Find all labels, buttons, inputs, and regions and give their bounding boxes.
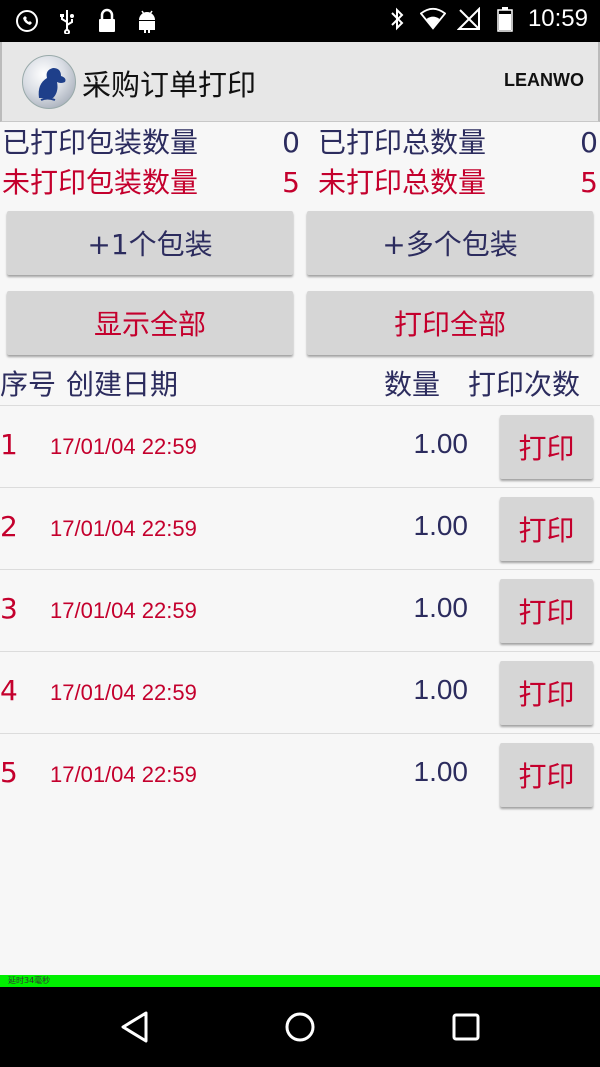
print-row-button[interactable]: 打印: [500, 415, 593, 479]
recents-icon[interactable]: [446, 1007, 486, 1047]
latency-text: 延时34毫秒: [8, 976, 51, 985]
no-sim-icon: [456, 4, 482, 34]
header-qty: 数量: [384, 368, 441, 401]
printed-total-value: 0: [580, 126, 598, 159]
home-icon[interactable]: [280, 1007, 320, 1047]
lock-icon: [94, 6, 120, 36]
latency-bar: [0, 975, 600, 987]
header-print-count: 打印次数: [468, 368, 581, 401]
status-bar: 10:59: [0, 0, 600, 42]
printed-packages-value: 0: [282, 126, 300, 159]
row-date: 17/01/04 22:59: [50, 680, 197, 705]
print-row-button[interactable]: 打印: [500, 579, 593, 643]
printed-packages-label: 已打印包装数量: [2, 126, 199, 159]
bluetooth-icon: [384, 4, 410, 34]
header-index: 序号: [0, 368, 57, 401]
unprinted-total-label: 未打印总数量: [318, 166, 487, 199]
row-date: 17/01/04 22:59: [50, 598, 197, 623]
whatsapp-icon: [14, 6, 40, 36]
navigation-bar: [0, 987, 600, 1067]
print-row-button[interactable]: 打印: [500, 497, 593, 561]
usb-icon: [54, 6, 80, 36]
row-index: 2: [0, 510, 18, 543]
row-qty: 1.00: [413, 756, 469, 787]
add-one-package-button[interactable]: +1个包装: [7, 211, 293, 275]
row-date: 17/01/04 22:59: [50, 434, 197, 459]
table-row: 5 17/01/04 22:59 1.00 打印: [0, 734, 600, 816]
print-all-button[interactable]: 打印全部: [307, 291, 593, 355]
row-date: 17/01/04 22:59: [50, 516, 197, 541]
row-index: 5: [0, 756, 18, 789]
back-icon[interactable]: [114, 1007, 154, 1047]
dog-logo-icon: [22, 55, 76, 109]
row-index: 3: [0, 592, 18, 625]
page-title: 采购订单打印: [82, 68, 257, 102]
unprinted-packages-value: 5: [282, 166, 300, 199]
table-row: 4 17/01/04 22:59 1.00 打印: [0, 652, 600, 734]
unprinted-total-value: 5: [580, 166, 598, 199]
status-time: 10:59: [527, 5, 588, 32]
row-qty: 1.00: [413, 592, 469, 623]
row-index: 4: [0, 674, 18, 707]
add-many-packages-button[interactable]: +多个包装: [307, 211, 593, 275]
app-header: 采购订单打印 LEANWO: [0, 42, 600, 122]
row-date: 17/01/04 22:59: [50, 762, 197, 787]
brand-label: LEANWO: [504, 70, 584, 90]
show-all-button[interactable]: 显示全部: [7, 291, 293, 355]
print-row-button[interactable]: 打印: [500, 743, 593, 807]
table-row: 1 17/01/04 22:59 1.00 打印: [0, 406, 600, 488]
row-index: 1: [0, 428, 18, 461]
battery-icon: [492, 4, 518, 34]
header-date: 创建日期: [66, 368, 179, 401]
table-row: 3 17/01/04 22:59 1.00 打印: [0, 570, 600, 652]
print-row-button[interactable]: 打印: [500, 661, 593, 725]
status-left-icons: [14, 6, 160, 36]
table-header: 序号 创建日期 数量 打印次数: [0, 364, 600, 406]
android-icon: [134, 6, 160, 36]
row-qty: 1.00: [413, 510, 469, 541]
row-qty: 1.00: [413, 428, 469, 459]
table-row: 2 17/01/04 22:59 1.00 打印: [0, 488, 600, 570]
unprinted-packages-label: 未打印包装数量: [2, 166, 199, 199]
status-right-icons: 10:59: [384, 4, 588, 34]
wifi-icon: [419, 4, 446, 34]
row-qty: 1.00: [413, 674, 469, 705]
printed-total-label: 已打印总数量: [318, 126, 487, 159]
